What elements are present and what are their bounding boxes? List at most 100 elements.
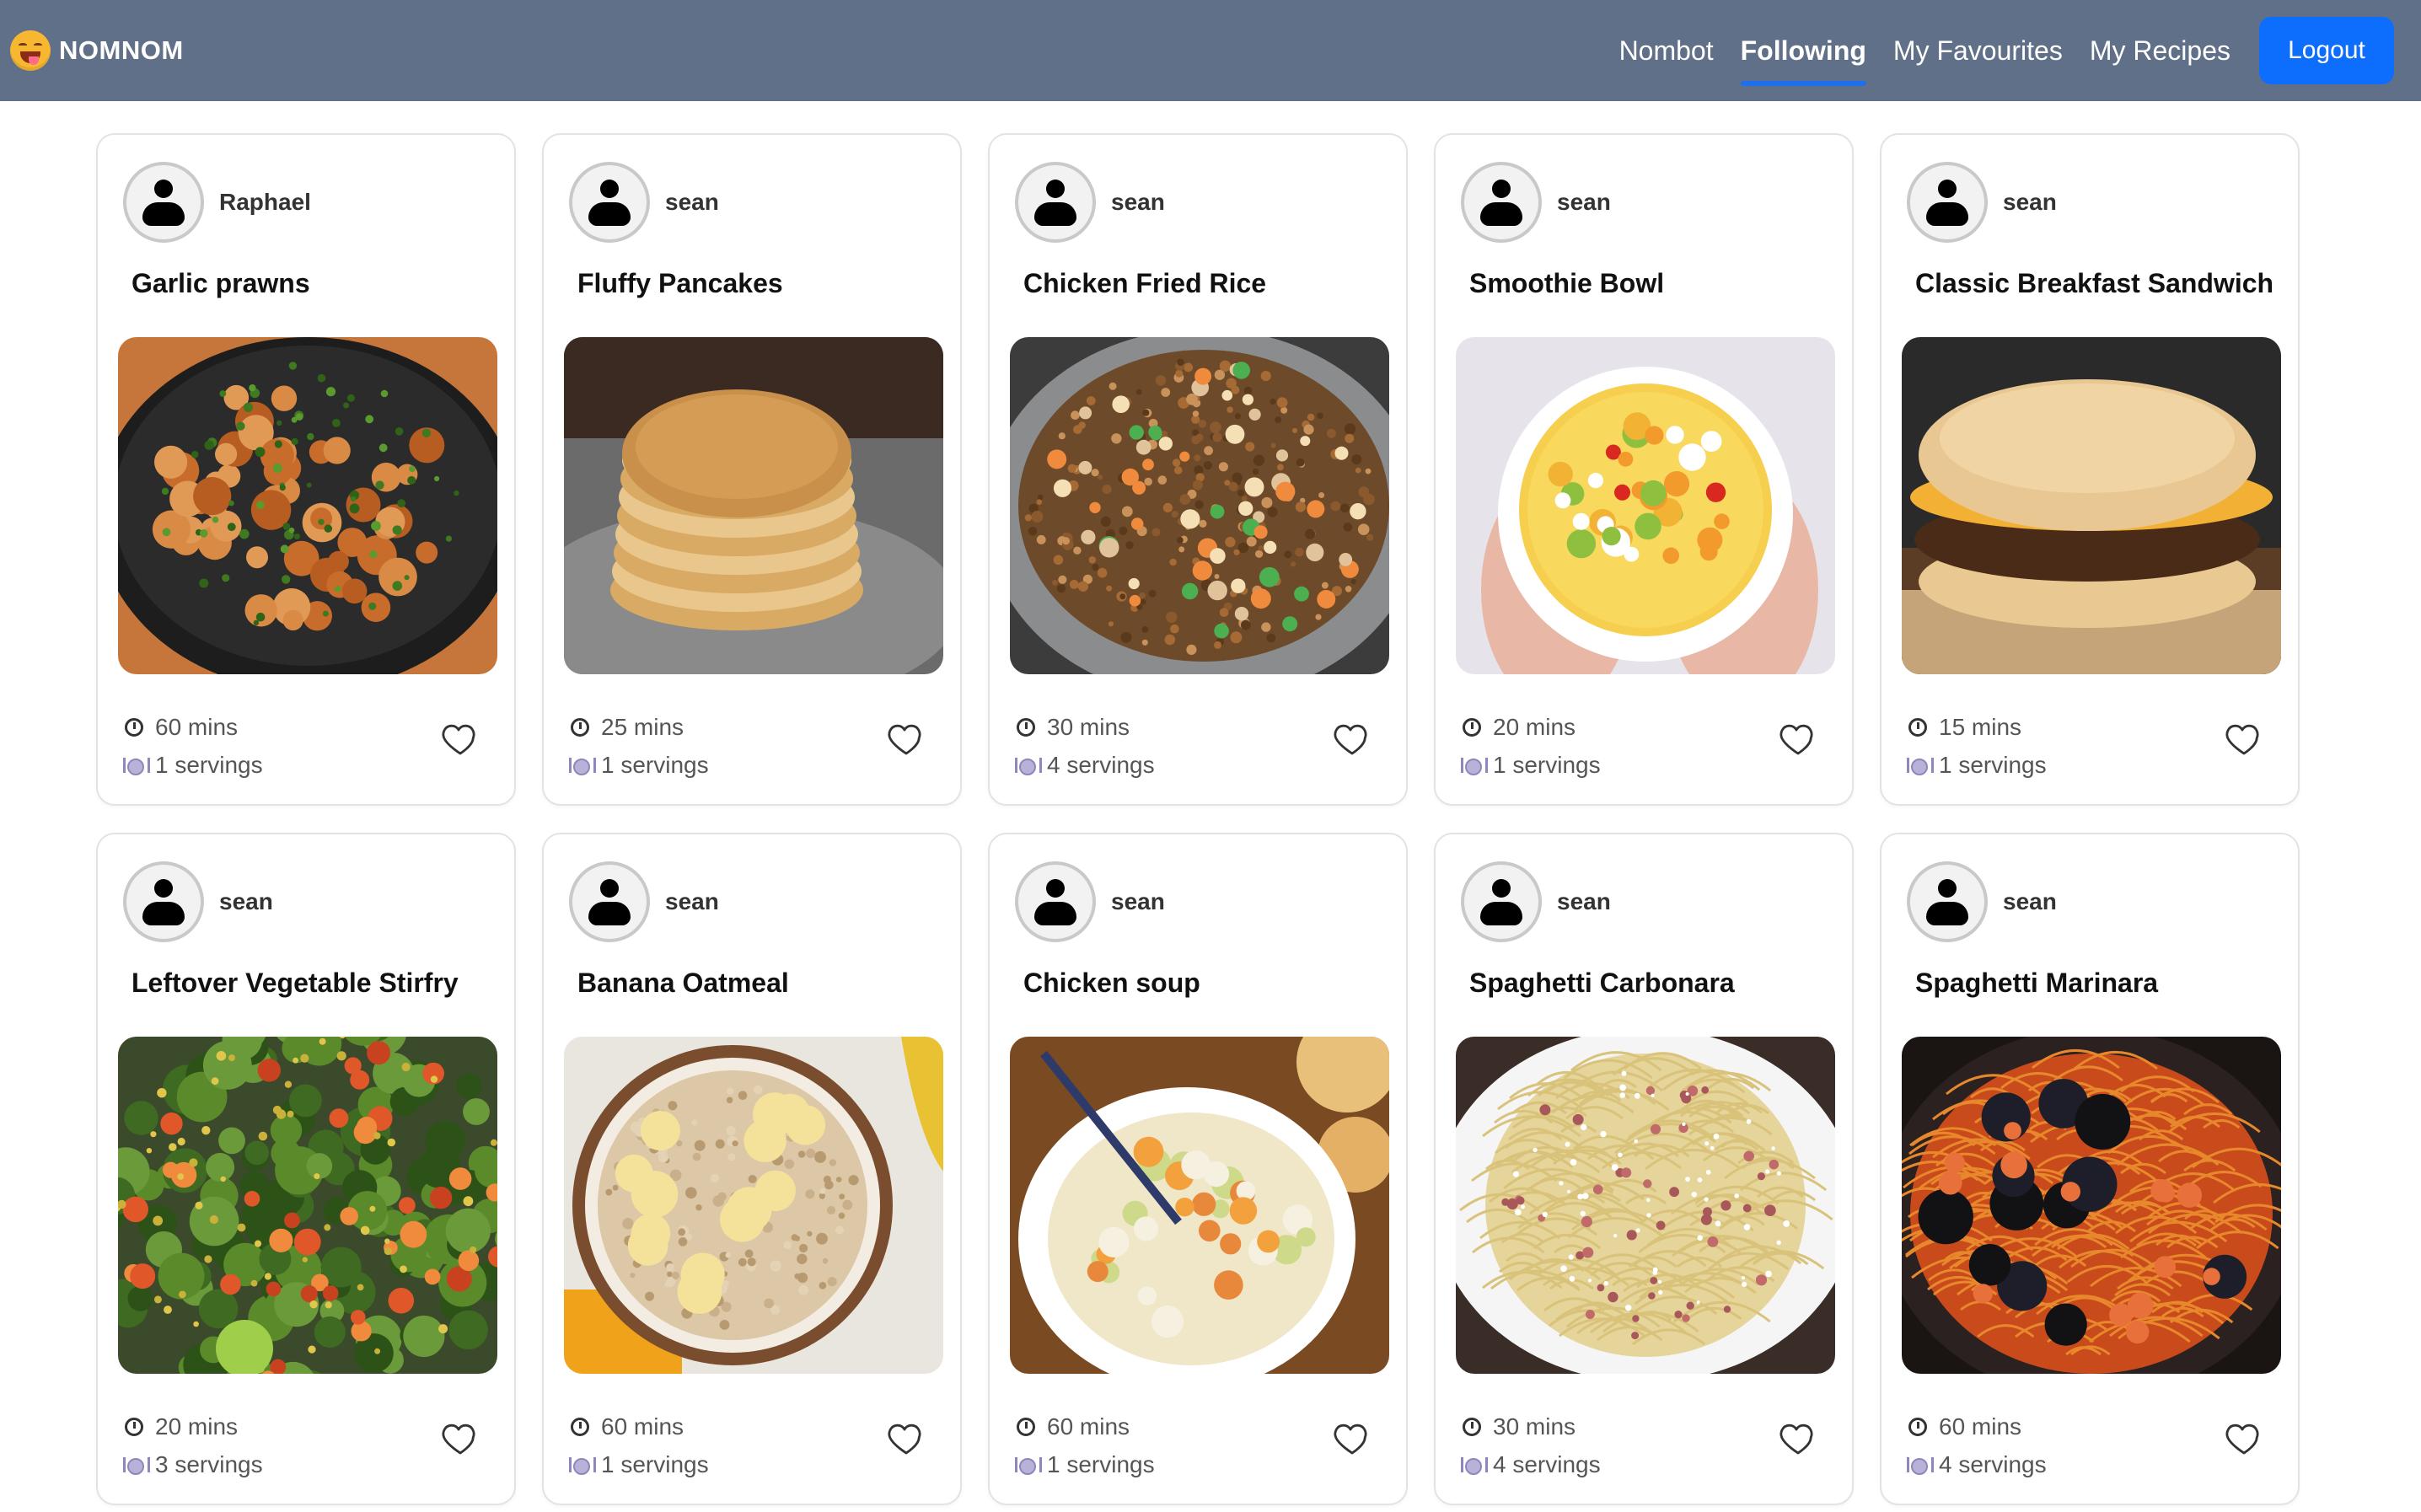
clock-icon bbox=[125, 717, 143, 737]
avatar-icon bbox=[1461, 861, 1542, 942]
recipe-card[interactable]: sean Chicken Fried Rice 30 mins 4 servin… bbox=[988, 133, 1408, 806]
recipe-card[interactable]: Raphael Garlic prawns 60 mins 1 servings bbox=[96, 133, 516, 806]
heart-icon[interactable] bbox=[1332, 1418, 1372, 1458]
top-navbar: NOMNOM Nombot Following My Favourites My… bbox=[0, 0, 2421, 101]
recipe-time: 60 mins bbox=[601, 1413, 684, 1440]
recipe-title[interactable]: Chicken soup bbox=[1023, 968, 1200, 999]
recipe-time: 30 mins bbox=[1047, 713, 1130, 740]
recipe-author[interactable]: sean bbox=[1907, 861, 2057, 942]
recipe-photo[interactable] bbox=[1902, 1037, 2281, 1374]
recipe-author[interactable]: sean bbox=[1461, 861, 1611, 942]
clock-icon bbox=[1463, 1417, 1481, 1436]
recipe-servings: 1 servings bbox=[601, 751, 709, 778]
nav-link-my-favourites[interactable]: My Favourites bbox=[1893, 0, 2063, 101]
recipe-photo[interactable] bbox=[1456, 1037, 1835, 1374]
plate-icon bbox=[1907, 1456, 1934, 1475]
recipe-author[interactable]: sean bbox=[569, 861, 719, 942]
heart-icon[interactable] bbox=[1332, 718, 1372, 759]
recipe-author[interactable]: sean bbox=[1015, 861, 1165, 942]
recipe-card[interactable]: sean Banana Oatmeal 60 mins 1 servings bbox=[542, 833, 962, 1505]
recipe-meta: 60 mins 1 servings bbox=[123, 708, 263, 784]
avatar-icon bbox=[569, 162, 650, 243]
clock-icon bbox=[1017, 717, 1035, 737]
brand-name: NOMNOM bbox=[59, 35, 184, 65]
recipe-title[interactable]: Classic Breakfast Sandwich bbox=[1915, 268, 2273, 299]
plate-icon bbox=[1461, 1456, 1488, 1475]
recipe-card[interactable]: sean Chicken soup 60 mins 1 servings bbox=[988, 833, 1408, 1505]
recipe-card[interactable]: sean Spaghetti Marinara 60 mins 4 servin… bbox=[1880, 833, 2300, 1505]
recipe-title[interactable]: Leftover Vegetable Stirfry bbox=[132, 968, 459, 999]
plate-icon bbox=[569, 1456, 596, 1475]
heart-icon[interactable] bbox=[440, 718, 480, 759]
author-name: sean bbox=[665, 189, 719, 215]
recipe-meta: 20 mins 1 servings bbox=[1461, 708, 1601, 784]
brand[interactable]: NOMNOM bbox=[10, 25, 184, 76]
heart-icon[interactable] bbox=[886, 1418, 926, 1458]
recipe-grid: Raphael Garlic prawns 60 mins 1 servings… bbox=[96, 133, 2300, 1505]
clock-icon bbox=[1908, 717, 1927, 737]
recipe-meta: 60 mins 1 servings bbox=[1015, 1407, 1155, 1483]
avatar-icon bbox=[123, 861, 204, 942]
recipe-servings: 1 servings bbox=[601, 1450, 709, 1477]
clock-icon bbox=[125, 1417, 143, 1436]
avatar-icon bbox=[1015, 162, 1096, 243]
recipe-photo[interactable] bbox=[1456, 337, 1835, 674]
recipe-servings: 4 servings bbox=[1047, 751, 1155, 778]
recipe-meta: 60 mins 4 servings bbox=[1907, 1407, 2047, 1483]
recipe-photo[interactable] bbox=[118, 1037, 497, 1374]
recipe-title[interactable]: Banana Oatmeal bbox=[577, 968, 789, 999]
recipe-servings: 1 servings bbox=[1939, 751, 2047, 778]
recipe-author[interactable]: sean bbox=[569, 162, 719, 243]
recipe-time: 60 mins bbox=[1939, 1413, 2022, 1440]
recipe-author[interactable]: sean bbox=[1015, 162, 1165, 243]
author-name: sean bbox=[1111, 888, 1165, 914]
recipe-photo[interactable] bbox=[118, 337, 497, 674]
recipe-photo[interactable] bbox=[1010, 1037, 1389, 1374]
heart-icon[interactable] bbox=[886, 718, 926, 759]
nav-link-my-recipes[interactable]: My Recipes bbox=[2090, 0, 2230, 101]
recipe-card[interactable]: sean Smoothie Bowl 20 mins 1 servings bbox=[1434, 133, 1854, 806]
recipe-meta: 30 mins 4 servings bbox=[1015, 708, 1155, 784]
author-name: sean bbox=[1557, 888, 1611, 914]
recipe-author[interactable]: sean bbox=[123, 861, 273, 942]
recipe-author[interactable]: sean bbox=[1907, 162, 2057, 243]
recipe-title[interactable]: Chicken Fried Rice bbox=[1023, 268, 1266, 299]
recipe-title[interactable]: Spaghetti Carbonara bbox=[1469, 968, 1735, 999]
recipe-author[interactable]: Raphael bbox=[123, 162, 311, 243]
heart-icon[interactable] bbox=[2224, 1418, 2264, 1458]
recipe-meta: 30 mins 4 servings bbox=[1461, 1407, 1601, 1483]
recipe-time: 15 mins bbox=[1939, 713, 2022, 740]
recipe-title[interactable]: Garlic prawns bbox=[132, 268, 310, 299]
recipe-time: 25 mins bbox=[601, 713, 684, 740]
recipe-card[interactable]: sean Classic Breakfast Sandwich 15 mins … bbox=[1880, 133, 2300, 806]
recipe-time: 60 mins bbox=[1047, 1413, 1130, 1440]
recipe-servings: 3 servings bbox=[155, 1450, 263, 1477]
heart-icon[interactable] bbox=[2224, 718, 2264, 759]
plate-icon bbox=[123, 757, 150, 775]
recipe-servings: 1 servings bbox=[1047, 1450, 1155, 1477]
recipe-title[interactable]: Smoothie Bowl bbox=[1469, 268, 1664, 299]
recipe-photo[interactable] bbox=[564, 337, 943, 674]
recipe-servings: 4 servings bbox=[1939, 1450, 2047, 1477]
heart-icon[interactable] bbox=[1778, 1418, 1818, 1458]
recipe-title[interactable]: Fluffy Pancakes bbox=[577, 268, 783, 299]
author-name: sean bbox=[1111, 189, 1165, 215]
nav-link-nombot[interactable]: Nombot bbox=[1619, 0, 1714, 101]
recipe-card[interactable]: sean Leftover Vegetable Stirfry 20 mins … bbox=[96, 833, 516, 1505]
recipe-title[interactable]: Spaghetti Marinara bbox=[1915, 968, 2158, 999]
recipe-photo[interactable] bbox=[1902, 337, 2281, 674]
recipe-card[interactable]: sean Spaghetti Carbonara 30 mins 4 servi… bbox=[1434, 833, 1854, 1505]
nav-link-following[interactable]: Following bbox=[1740, 0, 1867, 101]
plate-icon bbox=[1461, 757, 1488, 775]
recipe-card[interactable]: sean Fluffy Pancakes 25 mins 1 servings bbox=[542, 133, 962, 806]
smiley-face-icon bbox=[10, 30, 51, 71]
nav-links: Nombot Following My Favourites My Recipe… bbox=[1592, 0, 2421, 101]
heart-icon[interactable] bbox=[1778, 718, 1818, 759]
recipe-author[interactable]: sean bbox=[1461, 162, 1611, 243]
recipe-photo[interactable] bbox=[1010, 337, 1389, 674]
plate-icon bbox=[569, 757, 596, 775]
plate-icon bbox=[123, 1456, 150, 1475]
heart-icon[interactable] bbox=[440, 1418, 480, 1458]
logout-button[interactable]: Logout bbox=[2259, 17, 2394, 84]
recipe-photo[interactable] bbox=[564, 1037, 943, 1374]
